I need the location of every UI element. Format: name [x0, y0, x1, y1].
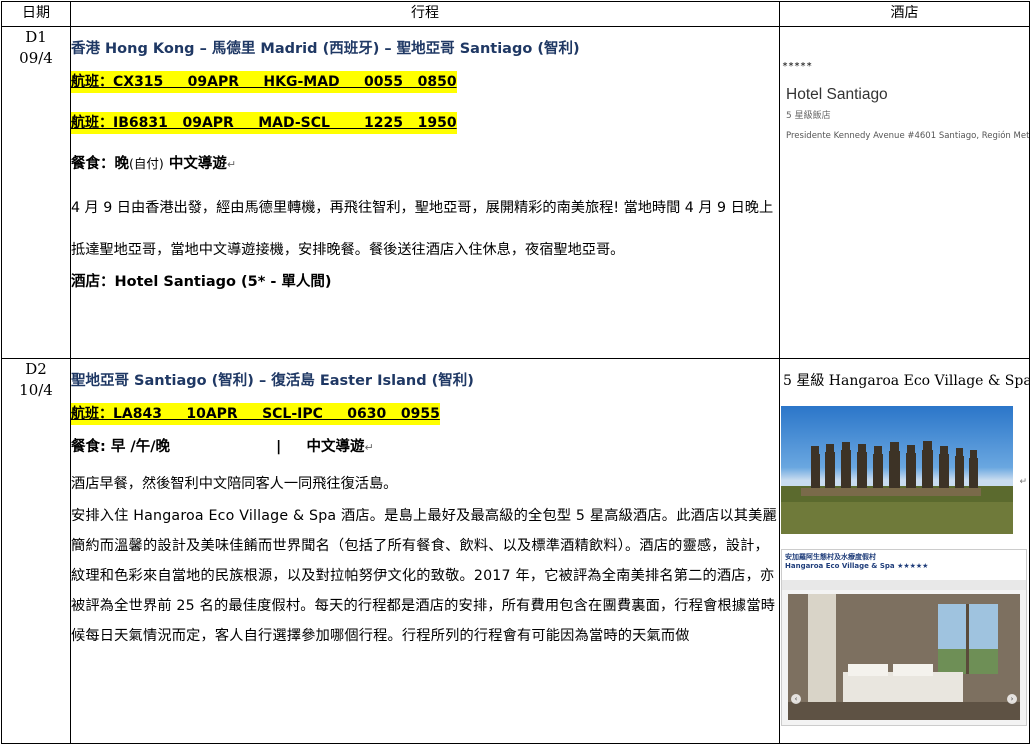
meal-label: 餐食: 早 /午/晚 [71, 439, 171, 455]
meal-line: 餐食：晚(自付) 中文導遊↵ [71, 153, 779, 176]
prev-arrow-icon[interactable]: ‹ [791, 694, 801, 704]
header-itinerary: 行程 [70, 1, 780, 27]
hotel-room-photo: ‹ › [788, 594, 1020, 720]
day-number: D2 [25, 360, 47, 378]
hotel-stars: ***** [782, 61, 813, 72]
header-date: 日期 [1, 1, 71, 27]
hotel-line: 酒店：Hotel Santiago (5* - 單人間) [71, 274, 332, 290]
guide-label: | 中文導遊 [170, 439, 365, 455]
meal-label: 餐食：晚 [71, 156, 130, 172]
day-description: 4 月 9 日由香港出發，經由馬德里轉機，再飛往智利，聖地亞哥，展開精彩的南美旅… [71, 200, 774, 258]
route-title: 香港 Hong Kong – 馬德里 Madrid (西班牙) – 聖地亞哥 S… [71, 41, 580, 57]
room-illustration [788, 594, 1020, 720]
hotel-title: 5 星級 Hangaroa Eco Village & Spa [783, 373, 1030, 389]
hotel-rating: 5 星級飯店 [786, 111, 831, 121]
day-date-cell: D1 09/4 [1, 26, 71, 359]
hotel-room-screenshot: 安加羅阿生態村及水療度假村 Hangaroa Eco Village & Spa… [781, 549, 1027, 726]
day-row-d1: D1 09/4 香港 Hong Kong – 馬德里 Madrid (西班牙) … [1, 26, 1030, 359]
hotel-address: Presidente Kennedy Avenue #4601 Santiago… [786, 131, 1030, 141]
day-date-cell: D2 10/4 [1, 358, 71, 744]
day-description-1: 酒店早餐，然後智利中文陪同客人一同飛往復活島。 [71, 476, 398, 492]
itinerary-cell: 香港 Hong Kong – 馬德里 Madrid (西班牙) – 聖地亞哥 S… [70, 26, 780, 359]
moai-illustration [781, 441, 1013, 534]
header-hotel: 酒店 [779, 1, 1030, 27]
hotel-card-name-zh: 安加羅阿生態村及水療度假村 [785, 553, 876, 561]
itinerary-cell: 聖地亞哥 Santiago (智利) – 復活島 Easter Island (… [70, 358, 780, 744]
day-date: 09/4 [19, 49, 53, 67]
day-date: 10/4 [19, 381, 53, 399]
flight-line: 航班：LA843 10APR SCL-IPC 0630 0955 [71, 403, 440, 425]
moai-photo [781, 406, 1013, 534]
itinerary-table: 日期 行程 酒店 D1 09/4 香港 Hong Kong – 馬德里 Madr… [1, 1, 1030, 744]
day-description-2: 安排入住 Hangaroa Eco Village & Spa 酒店。是島上最好… [71, 508, 777, 644]
hotel-card-name-en: Hangaroa Eco Village & Spa ★★★★★ [785, 562, 929, 570]
hotel-cell: ***** Hotel Santiago 5 星級飯店 Presidente K… [779, 26, 1030, 359]
guide-label: 中文導遊 [163, 156, 227, 172]
hotel-card: Hotel Santiago 5 星級飯店 Presidente Kennedy… [786, 86, 1029, 141]
route-title: 聖地亞哥 Santiago (智利) – 復活島 Easter Island (… [71, 373, 474, 389]
hotel-card-header: 安加羅阿生態村及水療度假村 Hangaroa Eco Village & Spa… [782, 550, 1026, 580]
next-arrow-icon[interactable]: › [1007, 694, 1017, 704]
flight-line: 航班：IB6831 09APR MAD-SCL 1225 1950 [71, 112, 457, 134]
return-mark-icon: ↵ [1019, 477, 1027, 487]
day-number: D1 [25, 28, 47, 46]
hotel-name: Hotel Santiago [786, 86, 888, 103]
return-mark-icon: ↵ [364, 441, 374, 454]
day-row-d2: D2 10/4 聖地亞哥 Santiago (智利) – 復活島 Easter … [1, 358, 1030, 744]
return-mark-icon: ↵ [226, 158, 237, 171]
meal-note: (自付) [129, 156, 164, 171]
hotel-cell: 5 星級 Hangaroa Eco Village & Spa ↵ 安加羅阿生態… [779, 358, 1030, 744]
hotel-card-nav-bar [782, 580, 1026, 590]
header-row: 日期 行程 酒店 [1, 1, 1030, 27]
flight-line: 航班：CX315 09APR HKG-MAD 0055 0850 [71, 71, 457, 93]
